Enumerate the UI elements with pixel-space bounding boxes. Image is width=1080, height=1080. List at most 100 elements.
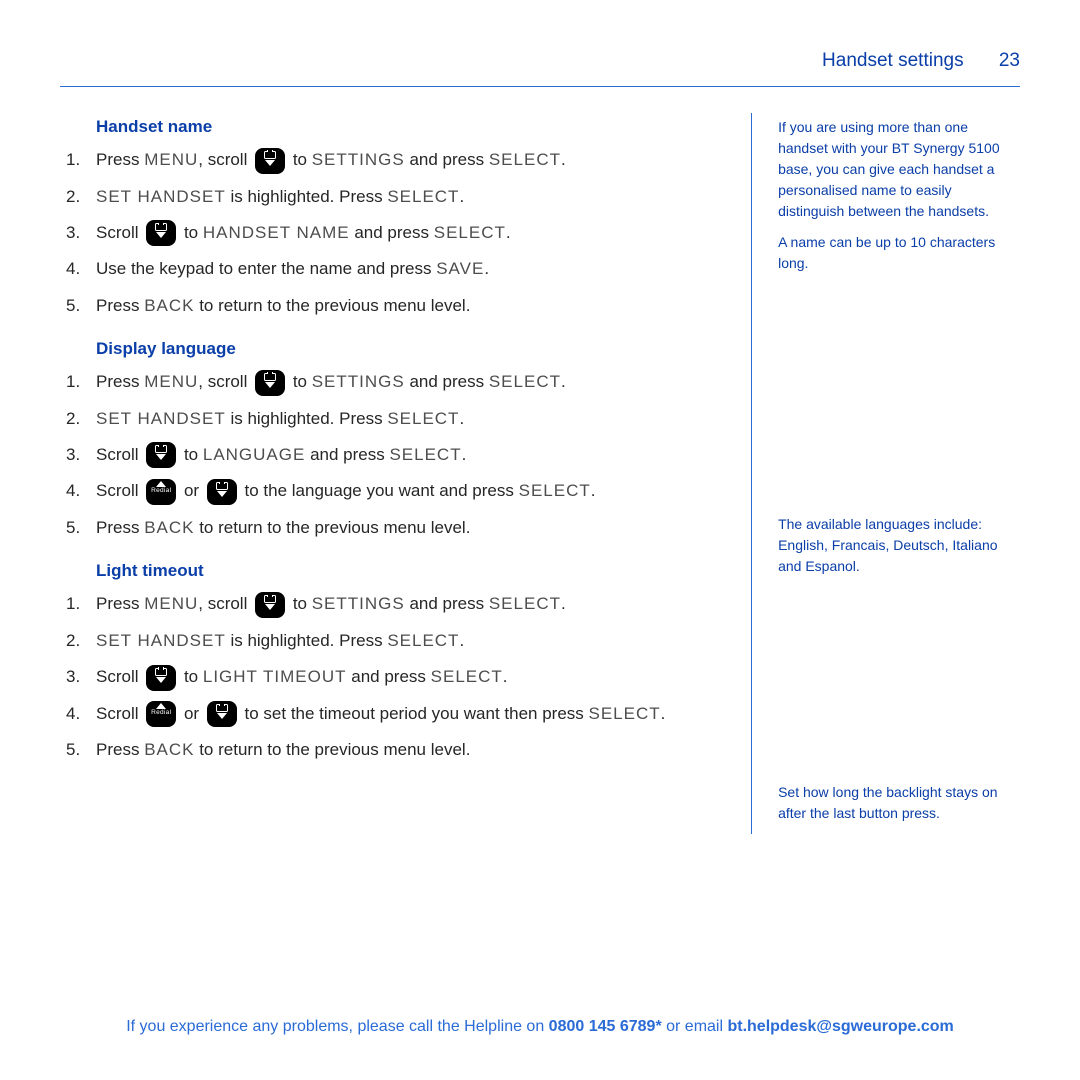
text: to return to the previous menu level.	[194, 518, 470, 537]
text: and press	[405, 372, 489, 391]
lcd-text: SELECT	[589, 704, 661, 723]
text: .	[484, 259, 489, 278]
lcd-text: MENU	[144, 150, 198, 169]
lcd-text: SELECT	[387, 631, 459, 650]
text: and press	[405, 594, 489, 613]
text: , scroll	[198, 150, 252, 169]
footer-phone: 0800 145 6789*	[549, 1018, 662, 1035]
list-item: 2. SET HANDSET is highlighted. Press SEL…	[60, 406, 691, 432]
section-heading-light-timeout: Light timeout	[96, 561, 691, 581]
header-page-number: 23	[999, 50, 1020, 71]
list-item: 1. Press MENU, scroll to SETTINGS and pr…	[60, 369, 691, 396]
list-item: 5. Press BACK to return to the previous …	[60, 293, 691, 319]
scroll-down-icon	[146, 442, 176, 468]
text: Press	[96, 296, 144, 315]
text: to	[179, 223, 203, 242]
text: to return to the previous menu level.	[194, 740, 470, 759]
footer-text: If you experience any problems, please c…	[126, 1018, 548, 1035]
list-item: 1. Press MENU, scroll to SETTINGS and pr…	[60, 147, 691, 174]
text: to	[179, 445, 203, 464]
list-item: 4. Scroll Redial or to set the timeout p…	[60, 701, 691, 728]
text: to the language you want and press	[240, 481, 519, 500]
text: and press	[350, 223, 434, 242]
manual-page: Handset settings 23 Handset name 1. Pres…	[0, 0, 1080, 1080]
lcd-text: BACK	[144, 740, 194, 759]
scroll-down-icon	[146, 665, 176, 691]
lcd-text: SELECT	[489, 372, 561, 391]
text: to	[288, 594, 312, 613]
text: Press	[96, 372, 144, 391]
text: and press	[305, 445, 389, 464]
lcd-text: SELECT	[489, 594, 561, 613]
page-footer: If you experience any problems, please c…	[0, 1018, 1080, 1036]
scroll-down-icon	[255, 592, 285, 618]
steps-display-language: 1. Press MENU, scroll to SETTINGS and pr…	[60, 369, 691, 541]
text: , scroll	[198, 372, 252, 391]
list-item: 5. Press BACK to return to the previous …	[60, 737, 691, 763]
text: .	[459, 409, 464, 428]
text: Scroll	[96, 704, 143, 723]
text: to	[288, 372, 312, 391]
text: .	[561, 150, 566, 169]
lcd-text: LANGUAGE	[203, 445, 305, 464]
text: .	[561, 594, 566, 613]
text: or	[179, 481, 204, 500]
sidebar-note-group-2: The available languages include: English…	[778, 514, 1020, 577]
lcd-text: SELECT	[387, 409, 459, 428]
text: .	[459, 631, 464, 650]
lcd-text: MENU	[144, 594, 198, 613]
scroll-down-icon	[207, 701, 237, 727]
main-column: Handset name 1. Press MENU, scroll to SE…	[60, 113, 711, 834]
list-item: 2. SET HANDSET is highlighted. Press SEL…	[60, 628, 691, 654]
header-rule	[60, 86, 1020, 87]
lcd-text: SELECT	[519, 481, 591, 500]
text: Scroll	[96, 481, 143, 500]
text: is highlighted. Press	[226, 409, 388, 428]
scroll-down-icon	[255, 370, 285, 396]
text: to	[288, 150, 312, 169]
footer-text: or email	[662, 1018, 728, 1035]
text: to return to the previous menu level.	[194, 296, 470, 315]
list-item: 3. Scroll to LANGUAGE and press SELECT.	[60, 442, 691, 469]
sidebar-column: If you are using more than one handset w…	[751, 113, 1020, 834]
lcd-text: SAVE	[436, 259, 484, 278]
content-columns: Handset name 1. Press MENU, scroll to SE…	[60, 113, 1020, 834]
text: is highlighted. Press	[226, 631, 388, 650]
list-item: 3. Scroll to HANDSET NAME and press SELE…	[60, 220, 691, 247]
lcd-text: SET HANDSET	[96, 187, 226, 206]
text: Press	[96, 518, 144, 537]
steps-handset-name: 1. Press MENU, scroll to SETTINGS and pr…	[60, 147, 691, 319]
lcd-text: SETTINGS	[312, 372, 405, 391]
text: and press	[405, 150, 489, 169]
header-section-title: Handset settings	[822, 50, 964, 71]
scroll-down-icon	[255, 148, 285, 174]
text: .	[506, 223, 511, 242]
sidebar-note: Set how long the backlight stays on afte…	[778, 782, 1020, 824]
text: is highlighted. Press	[226, 187, 388, 206]
text: Press	[96, 594, 144, 613]
list-item: 3. Scroll to LIGHT TIMEOUT and press SEL…	[60, 664, 691, 691]
lcd-text: SELECT	[431, 667, 503, 686]
list-item: 5. Press BACK to return to the previous …	[60, 515, 691, 541]
scroll-up-redial-icon: Redial	[146, 479, 176, 505]
lcd-text: SELECT	[389, 445, 461, 464]
footer-email: bt.helpdesk@sgweurope.com	[727, 1018, 953, 1035]
lcd-text: BACK	[144, 296, 194, 315]
text: .	[561, 372, 566, 391]
list-item: 4. Use the keypad to enter the name and …	[60, 256, 691, 282]
sidebar-note: The available languages include: English…	[778, 514, 1020, 577]
steps-light-timeout: 1. Press MENU, scroll to SETTINGS and pr…	[60, 591, 691, 763]
lcd-text: SELECT	[434, 223, 506, 242]
lcd-text: SELECT	[387, 187, 459, 206]
text: Press	[96, 150, 144, 169]
lcd-text: HANDSET NAME	[203, 223, 350, 242]
text: .	[591, 481, 596, 500]
lcd-text: MENU	[144, 372, 198, 391]
text: .	[462, 445, 467, 464]
lcd-text: LIGHT TIMEOUT	[203, 667, 347, 686]
list-item: 1. Press MENU, scroll to SETTINGS and pr…	[60, 591, 691, 618]
page-header: Handset settings 23	[60, 50, 1020, 72]
lcd-text: BACK	[144, 518, 194, 537]
text: to	[179, 667, 203, 686]
sidebar-note-group-3: Set how long the backlight stays on afte…	[778, 782, 1020, 824]
